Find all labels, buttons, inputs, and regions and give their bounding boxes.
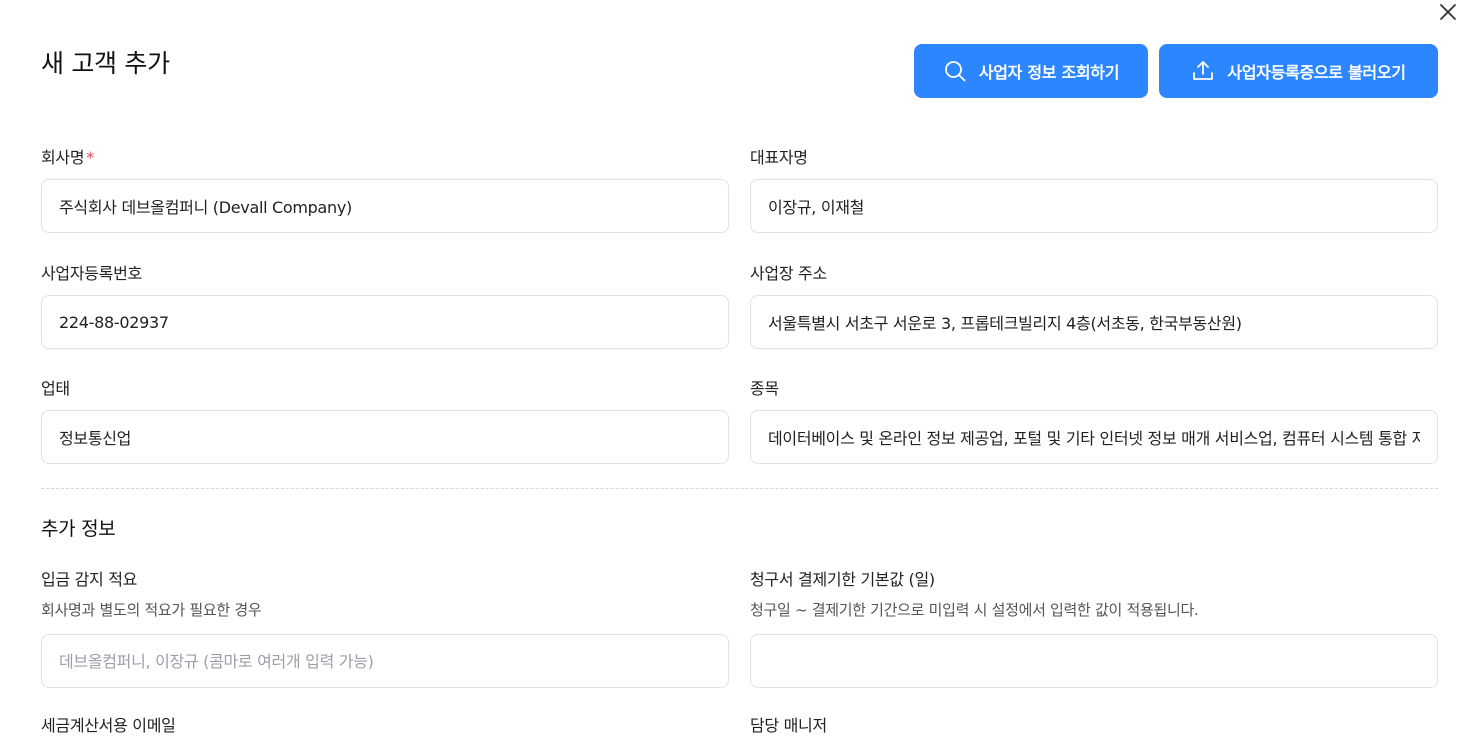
extra-info-title: 추가 정보 [41, 518, 116, 540]
close-button[interactable] [1436, 0, 1460, 24]
due-days-description: 청구일 ~ 결제기한 기간으로 미입력 시 설정에서 입력한 값이 적용됩니다. [750, 601, 1199, 619]
business-address-label: 사업장 주소 [750, 264, 827, 283]
business-address-input[interactable] [768, 312, 1420, 332]
business-type-field[interactable] [41, 410, 729, 464]
close-icon [1440, 4, 1456, 20]
business-number-input[interactable] [59, 312, 711, 332]
section-divider [41, 488, 1438, 489]
business-type-label: 업태 [41, 379, 70, 398]
lookup-business-info-button[interactable]: 사업자 정보 조회하기 [914, 44, 1148, 98]
manager-label: 담당 매니저 [750, 716, 827, 735]
business-number-field[interactable] [41, 295, 729, 349]
business-item-input[interactable] [768, 427, 1420, 447]
business-type-input[interactable] [59, 427, 711, 447]
lookup-button-label: 사업자 정보 조회하기 [978, 63, 1120, 82]
deposit-memo-label: 입금 감지 적요 [41, 570, 138, 589]
company-name-label-text: 회사명 [41, 148, 85, 167]
due-days-label: 청구서 결제기한 기본값 (일) [750, 570, 935, 589]
representative-field[interactable] [750, 179, 1438, 233]
upload-button-label: 사업자등록증으로 불러오기 [1227, 63, 1406, 82]
required-mark: * [86, 148, 94, 167]
company-name-field[interactable] [41, 179, 729, 233]
deposit-memo-field[interactable] [41, 634, 729, 688]
business-address-field[interactable] [750, 295, 1438, 349]
representative-label: 대표자명 [750, 148, 808, 167]
business-item-label: 종목 [750, 379, 779, 398]
upload-registration-button[interactable]: 사업자등록증으로 불러오기 [1159, 44, 1438, 98]
upload-icon [1193, 61, 1214, 80]
tax-invoice-email-label: 세금계산서용 이메일 [41, 716, 176, 735]
business-item-field[interactable] [750, 410, 1438, 464]
business-number-label: 사업자등록번호 [41, 264, 142, 283]
due-days-input[interactable] [768, 651, 1420, 671]
due-days-field[interactable] [750, 634, 1438, 688]
deposit-memo-description: 회사명과 별도의 적요가 필요한 경우 [41, 601, 262, 619]
company-name-label: 회사명 * [41, 144, 94, 168]
search-icon [944, 61, 966, 82]
modal-title: 새 고객 추가 [41, 49, 170, 78]
representative-input[interactable] [768, 196, 1420, 216]
company-name-input[interactable] [59, 196, 711, 216]
deposit-memo-input[interactable] [59, 651, 711, 671]
